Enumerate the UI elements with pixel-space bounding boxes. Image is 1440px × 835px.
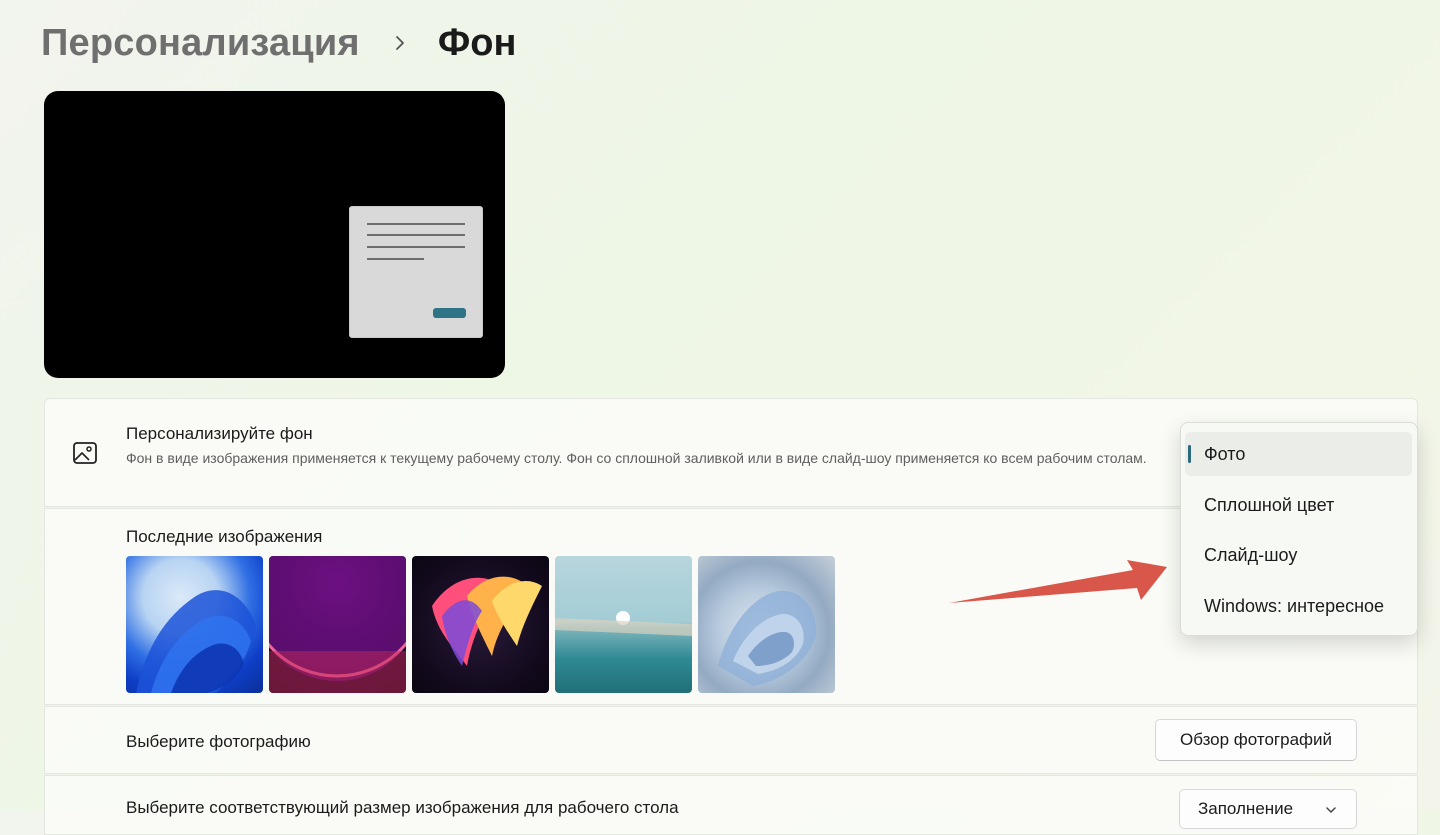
dropdown-item-slideshow[interactable]: Слайд-шоу [1185, 533, 1412, 577]
dropdown-item-photo[interactable]: Фото [1185, 432, 1412, 476]
choose-photo-row: Выберите фотографию Обзор фотографий [44, 706, 1418, 774]
red-arrow-annotation [945, 540, 1175, 615]
breadcrumb: Персонализация Фон [41, 18, 516, 68]
recent-image-thumbnail[interactable] [555, 556, 692, 693]
chevron-down-icon [1324, 802, 1338, 822]
dropdown-item-label: Слайд-шоу [1204, 544, 1298, 565]
personalize-description: Фон в виде изображения применяется к тек… [126, 450, 1147, 466]
fit-label: Выберите соответствующий размер изображе… [126, 798, 679, 817]
picture-icon [72, 440, 98, 466]
recent-images-list [126, 556, 835, 693]
selection-indicator [1188, 445, 1191, 463]
recent-image-thumbnail[interactable] [698, 556, 835, 693]
recent-image-thumbnail[interactable] [269, 556, 406, 693]
dropdown-item-windows-spotlight[interactable]: Windows: интересное [1185, 584, 1412, 628]
recent-image-thumbnail[interactable] [126, 556, 263, 693]
breadcrumb-parent[interactable]: Персонализация [41, 22, 360, 65]
choose-photo-label: Выберите фотографию [126, 732, 311, 751]
fit-select-value: Заполнение [1198, 799, 1294, 818]
chevron-right-icon [380, 23, 420, 63]
browse-photos-button[interactable]: Обзор фотографий [1155, 719, 1357, 761]
dropdown-item-label: Сплошной цвет [1204, 494, 1335, 515]
personalize-title: Персонализируйте фон [126, 424, 313, 443]
dropdown-item-label: Фото [1204, 443, 1246, 464]
recent-images-title: Последние изображения [126, 527, 323, 546]
desktop-preview [44, 91, 505, 378]
preview-window [349, 206, 483, 338]
dropdown-item-solid-color[interactable]: Сплошной цвет [1185, 483, 1412, 527]
fit-row: Выберите соответствующий размер изображе… [44, 775, 1418, 835]
fit-select[interactable]: Заполнение [1179, 789, 1357, 829]
page-title: Фон [437, 21, 517, 64]
background-type-dropdown: Фото Сплошной цвет Слайд-шоу Windows: ин… [1180, 422, 1418, 636]
dropdown-item-label: Windows: интересное [1204, 595, 1385, 616]
recent-image-thumbnail[interactable] [412, 556, 549, 693]
